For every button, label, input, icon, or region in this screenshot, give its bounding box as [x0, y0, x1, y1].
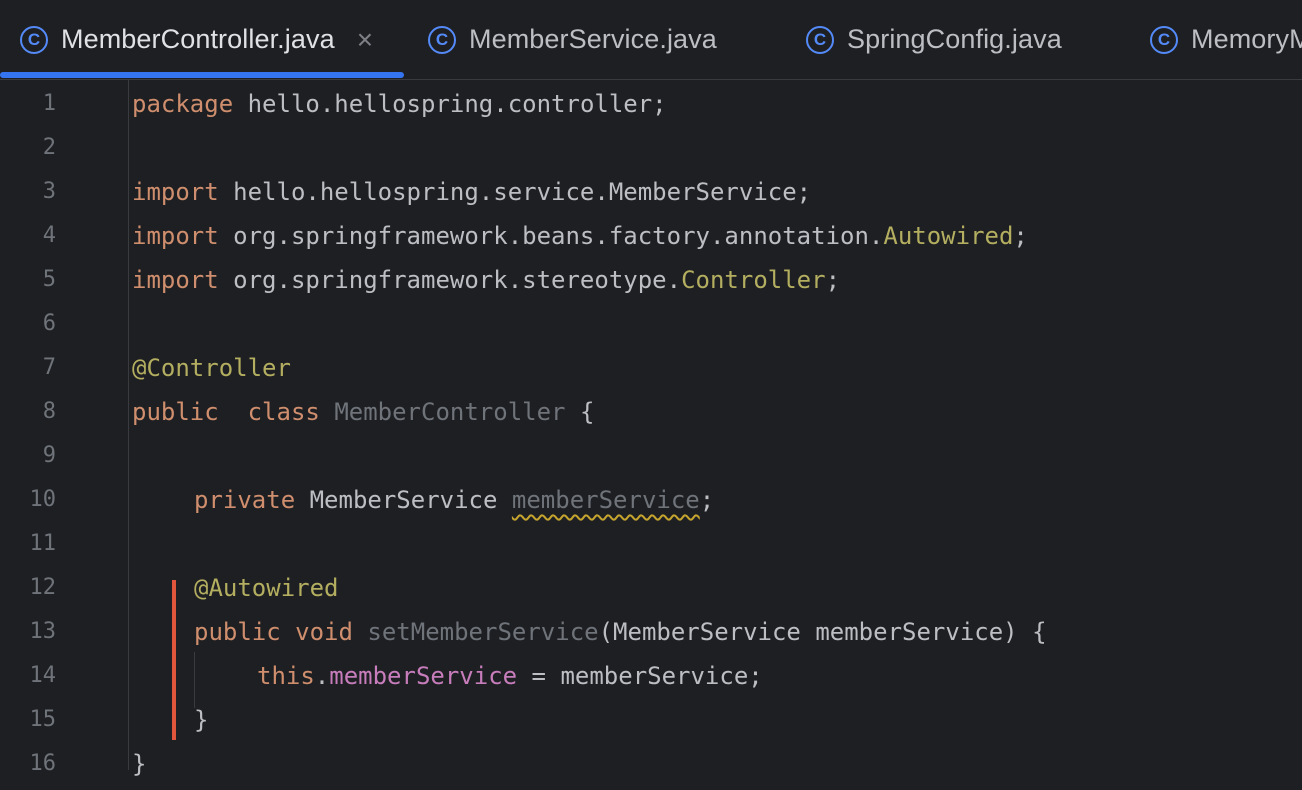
line-number: 5 — [42, 267, 56, 292]
line-number: 8 — [42, 399, 56, 424]
class-icon: C — [806, 25, 834, 54]
code-text: org.springframework.beans.factory.annota… — [218, 222, 884, 250]
active-tab-indicator — [0, 72, 404, 78]
annotation-class: Autowired — [883, 222, 1014, 250]
code-editor[interactable]: 1 2 3 4 5 6 7 8 9 10 11 12 13 14 15 16 p… — [0, 80, 1302, 790]
close-icon[interactable]: × — [357, 25, 373, 54]
keyword: import — [132, 222, 219, 250]
code-line-16: } — [132, 742, 146, 786]
unused-field-warning[interactable]: memberService — [512, 486, 700, 514]
line-number: 3 — [42, 179, 56, 204]
tab-label: MemberController.java — [61, 24, 335, 54]
line-number: 15 — [29, 707, 57, 732]
code-line-3: import hello.hellospring.service.MemberS… — [132, 170, 811, 214]
code-text: hello.hellospring.service.MemberService; — [218, 178, 812, 206]
tab-label: SpringConfig.java — [847, 24, 1062, 54]
code-text: } — [194, 706, 209, 734]
editor-tab-bar: C MemberController.java × C MemberServic… — [0, 0, 1302, 80]
class-icon: C — [1150, 25, 1178, 54]
line-number: 7 — [42, 355, 56, 380]
line-number: 10 — [29, 487, 57, 512]
line-number: 9 — [42, 443, 56, 468]
annotation-class: Controller — [681, 266, 826, 294]
keyword: package — [132, 90, 234, 118]
tab-memberservice[interactable]: C MemberService.java — [428, 0, 717, 79]
keyword: public — [132, 398, 219, 426]
line-number: 16 — [29, 751, 57, 776]
code-text: (MemberService memberService) { — [598, 618, 1047, 646]
code-line-4: import org.springframework.beans.factory… — [132, 214, 1028, 258]
class-icon: C — [428, 25, 456, 54]
keyword: this — [257, 662, 315, 690]
annotation: @Autowired — [194, 574, 339, 602]
code-text: ; — [699, 486, 715, 514]
code-line-14: this.memberService = memberService; — [257, 654, 763, 698]
keyword: void — [295, 618, 353, 646]
keyword: private — [194, 486, 296, 514]
keyword: import — [132, 266, 219, 294]
class-icon: C — [20, 25, 48, 54]
line-number: 6 — [42, 311, 56, 336]
method-name: setMemberService — [367, 618, 599, 646]
keyword: import — [132, 178, 219, 206]
line-number: 4 — [42, 223, 56, 248]
code-text: hello.hellospring.controller; — [233, 90, 667, 118]
line-number: 11 — [29, 531, 57, 556]
code-line-1: package hello.hellospring.controller; — [132, 82, 667, 126]
code-text: MemberService — [295, 486, 512, 514]
code-text: } — [132, 750, 147, 778]
tab-label: MemberService.java — [469, 24, 717, 54]
line-number: 13 — [29, 619, 57, 644]
code-text: . — [314, 662, 330, 690]
tab-springconfig[interactable]: C SpringConfig.java — [806, 0, 1062, 79]
code-text: ; — [1013, 222, 1028, 250]
code-text: ; — [825, 266, 841, 294]
tab-memorymemberrepository[interactable]: C MemoryMemberRepository.java — [1150, 0, 1302, 79]
indent-guide — [128, 80, 129, 770]
code-line-15: } — [194, 698, 208, 742]
code-text: { — [565, 398, 595, 426]
code-line-10: private MemberService memberService; — [194, 478, 714, 522]
tab-label: MemoryMemberRepository.java — [1191, 24, 1302, 54]
vcs-change-marker[interactable] — [172, 580, 176, 740]
code-line-12: @Autowired — [194, 566, 339, 610]
annotation: @Controller — [132, 354, 291, 382]
code-text: org.springframework.stereotype. — [218, 266, 682, 294]
line-number: 2 — [42, 135, 56, 160]
tab-membercontroller[interactable]: C MemberController.java × — [20, 0, 373, 79]
class-name: MemberController — [334, 398, 566, 426]
keyword: public — [194, 618, 281, 646]
code-line-7: @Controller — [132, 346, 291, 390]
line-number: 1 — [42, 91, 56, 116]
line-number: 12 — [29, 575, 57, 600]
code-text: = memberService; — [517, 662, 763, 690]
code-line-8: public class MemberController { — [132, 390, 594, 434]
code-line-5: import org.springframework.stereotype.Co… — [132, 258, 840, 302]
field-reference: memberService — [329, 662, 518, 690]
keyword: class — [247, 398, 320, 426]
line-number: 14 — [29, 663, 57, 688]
code-line-13: public void setMemberService(MemberServi… — [194, 610, 1047, 654]
